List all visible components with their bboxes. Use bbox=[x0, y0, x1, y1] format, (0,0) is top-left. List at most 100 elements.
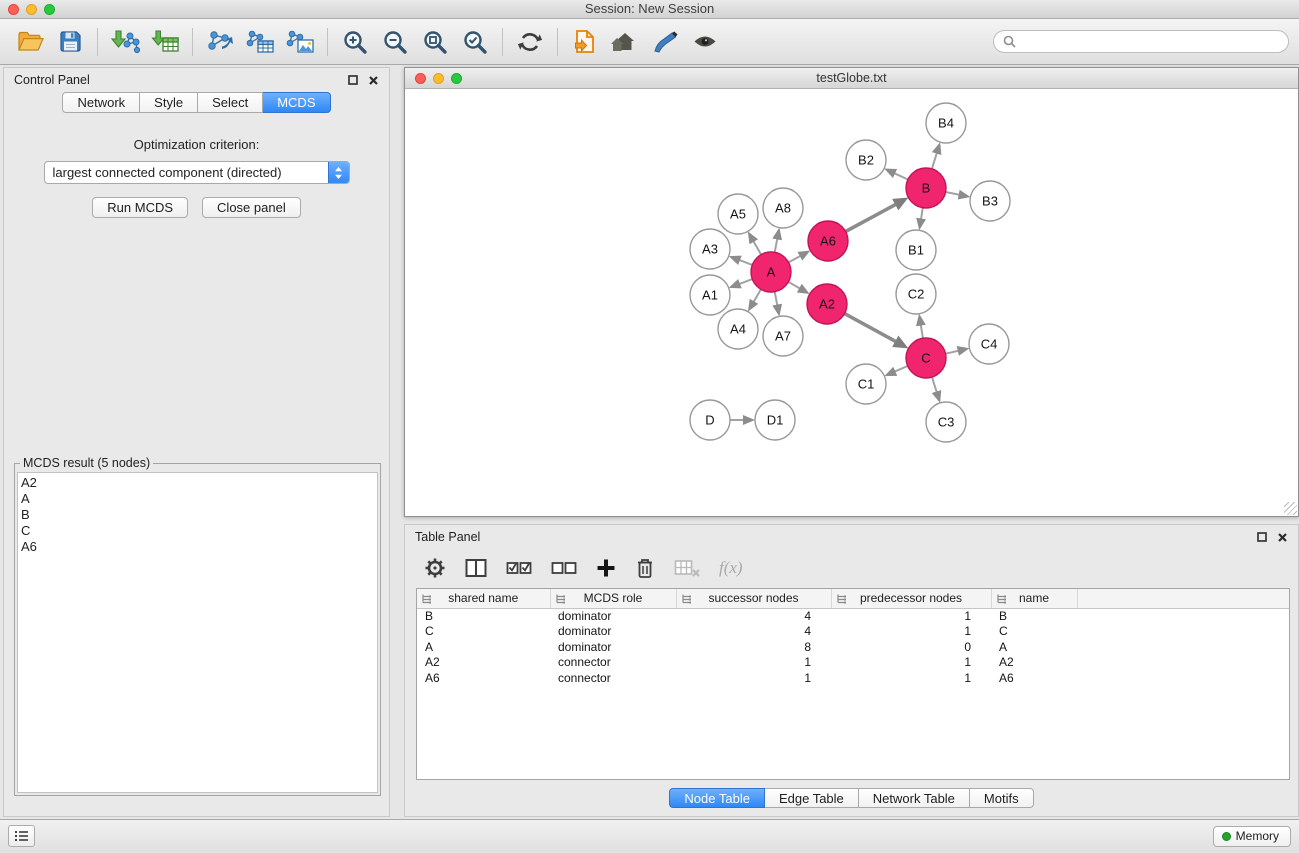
table-cell[interactable]: 4 bbox=[676, 608, 831, 624]
float-panel-button[interactable] bbox=[348, 75, 358, 85]
graph-edge-C-C3[interactable] bbox=[932, 377, 937, 393]
table-settings-button[interactable] bbox=[424, 557, 446, 579]
close-window-button[interactable] bbox=[8, 4, 19, 15]
tab-node-table[interactable]: Node Table bbox=[669, 788, 765, 808]
graph-node-A1[interactable]: A1 bbox=[690, 275, 730, 315]
optimization-criterion-dropdown[interactable]: largest connected component (directed) bbox=[44, 161, 350, 184]
mcds-result-item[interactable]: A bbox=[21, 491, 377, 507]
tab-style[interactable]: Style bbox=[140, 92, 198, 113]
table-cell[interactable]: 8 bbox=[676, 639, 831, 655]
graph-node-A3[interactable]: A3 bbox=[690, 229, 730, 269]
graph-node-A5[interactable]: A5 bbox=[718, 194, 758, 234]
table-cell[interactable]: A2 bbox=[417, 655, 550, 671]
network-close-button[interactable] bbox=[415, 73, 426, 84]
function-builder-button[interactable]: f(x) bbox=[719, 558, 743, 578]
table-row[interactable]: Bdominator41B bbox=[417, 608, 1289, 624]
mcds-result-item[interactable]: A2 bbox=[21, 475, 377, 491]
graph-node-C4[interactable]: C4 bbox=[969, 324, 1009, 364]
graph-edge-A6-B[interactable] bbox=[846, 204, 897, 232]
graph-node-A[interactable]: A bbox=[751, 252, 791, 292]
graph-node-D1[interactable]: D1 bbox=[755, 400, 795, 440]
table-cell[interactable]: B bbox=[991, 608, 1077, 624]
column-header-shared-name[interactable]: shared name bbox=[417, 589, 550, 608]
graph-node-B2[interactable]: B2 bbox=[846, 140, 886, 180]
table-cell[interactable]: dominator bbox=[550, 624, 676, 640]
window-resize-grip[interactable] bbox=[1284, 502, 1297, 515]
table-row[interactable]: Adominator80A bbox=[417, 639, 1289, 655]
tab-mcds[interactable]: MCDS bbox=[263, 92, 330, 113]
network-minimize-button[interactable] bbox=[433, 73, 444, 84]
table-cell[interactable]: A6 bbox=[991, 670, 1077, 686]
close-table-panel-button[interactable] bbox=[1277, 532, 1288, 543]
graph-node-D[interactable]: D bbox=[690, 400, 730, 440]
table-cell[interactable]: connector bbox=[550, 670, 676, 686]
dropdown-stepper[interactable] bbox=[328, 161, 349, 184]
graph-node-C[interactable]: C bbox=[906, 338, 946, 378]
table-cell[interactable]: 1 bbox=[676, 670, 831, 686]
graph-node-A7[interactable]: A7 bbox=[763, 316, 803, 356]
tab-select[interactable]: Select bbox=[198, 92, 263, 113]
mcds-result-item[interactable]: C bbox=[21, 523, 377, 539]
style-brush-button[interactable] bbox=[645, 23, 685, 61]
table-cell[interactable]: A2 bbox=[991, 655, 1077, 671]
search-box[interactable] bbox=[993, 30, 1289, 53]
table-cell[interactable]: A bbox=[417, 639, 550, 655]
table-cell[interactable]: dominator bbox=[550, 639, 676, 655]
tab-network-table[interactable]: Network Table bbox=[859, 788, 970, 808]
table-panel-header[interactable]: Table Panel bbox=[405, 525, 1298, 549]
graph-edge-B-B3[interactable] bbox=[946, 192, 961, 195]
table-cell[interactable]: 1 bbox=[676, 655, 831, 671]
run-mcds-button[interactable]: Run MCDS bbox=[92, 197, 188, 218]
export-image-button[interactable] bbox=[280, 23, 320, 61]
graph-node-C3[interactable]: C3 bbox=[926, 402, 966, 442]
zoom-fit-button[interactable] bbox=[415, 23, 455, 61]
mcds-result-item[interactable]: A6 bbox=[21, 539, 377, 555]
table-row[interactable]: A2connector11A2 bbox=[417, 655, 1289, 671]
graph-edge-A-A1[interactable] bbox=[738, 279, 752, 284]
task-history-button[interactable] bbox=[8, 825, 35, 847]
column-header-name[interactable]: name bbox=[991, 589, 1077, 608]
export-network-button[interactable] bbox=[200, 23, 240, 61]
graph-edge-C-C1[interactable] bbox=[894, 366, 908, 372]
close-panel-button[interactable] bbox=[368, 75, 379, 86]
tab-network[interactable]: Network bbox=[62, 92, 140, 113]
table-cell[interactable]: dominator bbox=[550, 608, 676, 624]
add-column-button[interactable] bbox=[596, 558, 616, 578]
table-row[interactable]: A6connector11A6 bbox=[417, 670, 1289, 686]
node-table[interactable]: shared nameMCDS rolesuccessor nodesprede… bbox=[416, 588, 1290, 780]
graph-edge-C-C4[interactable] bbox=[946, 351, 960, 354]
graph-node-B4[interactable]: B4 bbox=[926, 103, 966, 143]
search-input[interactable] bbox=[1022, 34, 1279, 49]
zoom-window-button[interactable] bbox=[44, 4, 55, 15]
table-cell[interactable]: C bbox=[991, 624, 1077, 640]
table-cell[interactable]: B bbox=[417, 608, 550, 624]
graph-node-A4[interactable]: A4 bbox=[718, 309, 758, 349]
table-cell[interactable]: 1 bbox=[831, 655, 991, 671]
table-cell[interactable]: A6 bbox=[417, 670, 550, 686]
export-table-button[interactable] bbox=[240, 23, 280, 61]
zoom-out-button[interactable] bbox=[375, 23, 415, 61]
show-details-button[interactable] bbox=[685, 23, 725, 61]
graph-node-C1[interactable]: C1 bbox=[846, 364, 886, 404]
network-zoom-button[interactable] bbox=[451, 73, 462, 84]
graph-edge-B-B2[interactable] bbox=[893, 173, 908, 180]
graph-node-A6[interactable]: A6 bbox=[808, 221, 848, 261]
zoom-in-button[interactable] bbox=[335, 23, 375, 61]
home-button[interactable] bbox=[605, 23, 645, 61]
table-cell[interactable]: 1 bbox=[831, 624, 991, 640]
table-cell[interactable]: A bbox=[991, 639, 1077, 655]
window-titlebar[interactable]: Session: New Session bbox=[0, 0, 1299, 19]
graph-edge-A-A5[interactable] bbox=[753, 240, 761, 255]
column-header-predecessor-nodes[interactable]: predecessor nodes bbox=[831, 589, 991, 608]
show-columns-button[interactable] bbox=[465, 558, 487, 578]
graph-node-A8[interactable]: A8 bbox=[763, 188, 803, 228]
delete-table-button[interactable] bbox=[674, 558, 700, 578]
memory-button[interactable]: Memory bbox=[1213, 826, 1291, 847]
graph-edge-C-C2[interactable] bbox=[921, 324, 923, 339]
open-session-button[interactable] bbox=[10, 23, 50, 61]
graph-edge-A-A7[interactable] bbox=[775, 292, 778, 307]
close-panel-button-secondary[interactable]: Close panel bbox=[202, 197, 301, 218]
table-cell[interactable]: 1 bbox=[831, 608, 991, 624]
float-table-panel-button[interactable] bbox=[1257, 532, 1267, 542]
tab-edge-table[interactable]: Edge Table bbox=[765, 788, 859, 808]
